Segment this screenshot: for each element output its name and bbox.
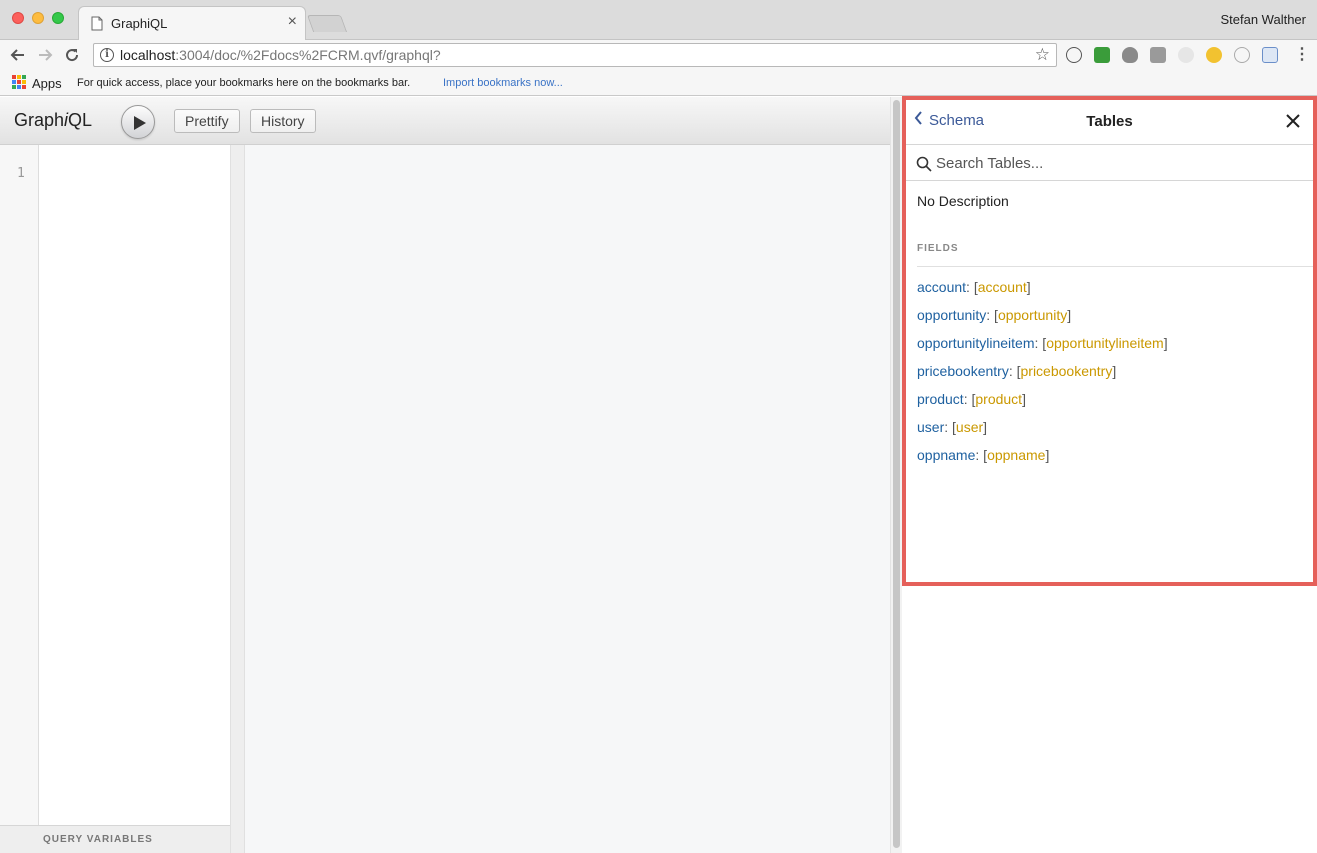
execute-query-button[interactable] — [121, 105, 155, 139]
browser-tab-bar: GraphiQL × Stefan Walther — [0, 0, 1317, 41]
scrollbar-thumb[interactable] — [893, 100, 900, 848]
back-arrow-icon[interactable] — [8, 45, 28, 65]
graphiql-logo: GraphiQL — [14, 110, 92, 131]
field-type-link[interactable]: pricebookentry — [1021, 363, 1113, 379]
field-item: oppname: [oppname] — [917, 447, 1050, 463]
field-item: user: [user] — [917, 419, 988, 435]
field-type-link[interactable]: opportunitylineitem — [1046, 335, 1164, 351]
graphiql-topbar: GraphiQL Prettify History — [0, 97, 890, 145]
result-pane — [245, 145, 890, 853]
logo-prefix: Graph — [14, 110, 65, 130]
field-type-link[interactable]: opportunity — [998, 307, 1067, 323]
field-name-link[interactable]: account — [917, 279, 966, 295]
line-number: 1 — [17, 166, 25, 181]
extension-square-icon[interactable] — [1150, 47, 1166, 63]
logo-suffix: QL — [68, 110, 93, 130]
close-icon[interactable] — [1285, 113, 1301, 129]
extension-window-icon[interactable] — [1262, 47, 1278, 63]
back-to-schema-link[interactable]: Schema — [914, 111, 984, 129]
field-name-link[interactable]: product — [917, 391, 964, 407]
address-bar[interactable]: i localhost:3004/doc/%2Fdocs%2FCRM.qvf/g… — [93, 43, 1057, 67]
fields-heading: FIELDS — [917, 243, 959, 254]
fields-divider — [917, 266, 1313, 267]
search-icon — [916, 156, 932, 172]
query-editor[interactable]: 1 QUERY VARIABLES — [0, 145, 230, 853]
field-name-link[interactable]: opportunity — [917, 307, 986, 323]
url-path: :3004/doc/%2Fdocs%2FCRM.qvf/graphql? — [175, 47, 441, 63]
zoom-window-button[interactable] — [52, 12, 64, 24]
back-label: Schema — [929, 112, 985, 129]
extension-moon-icon[interactable] — [1206, 47, 1222, 63]
editor-resize-handle[interactable] — [230, 145, 245, 853]
prettify-button[interactable]: Prettify — [174, 109, 240, 133]
tab-close-icon[interactable]: × — [288, 13, 297, 31]
doc-explorer: Tables Schema No Description FIELDS acco… — [902, 97, 1317, 853]
new-tab-button[interactable] — [306, 15, 348, 32]
search-input[interactable] — [936, 152, 1296, 174]
field-type-link[interactable]: product — [975, 391, 1022, 407]
field-item: account: [account] — [917, 279, 1031, 295]
play-icon — [134, 116, 146, 130]
doc-search — [906, 145, 1313, 181]
field-type-link[interactable]: oppname — [987, 447, 1045, 463]
field-item: product: [product] — [917, 391, 1026, 407]
bookmarks-bar: Apps For quick access, place your bookma… — [0, 70, 1317, 96]
query-variables-label: QUERY VARIABLES — [43, 834, 153, 845]
field-item: opportunity: [opportunity] — [917, 307, 1072, 323]
result-scrollbar[interactable] — [890, 97, 902, 853]
forward-arrow-icon[interactable] — [35, 45, 55, 65]
query-variables-bar[interactable]: QUERY VARIABLES — [0, 825, 230, 853]
url-text[interactable]: localhost:3004/doc/%2Fdocs%2FCRM.qvf/gra… — [120, 47, 441, 63]
extension-evernote-icon[interactable] — [1122, 47, 1138, 63]
field-type-link[interactable]: user — [956, 419, 983, 435]
field-name-link[interactable]: opportunitylineitem — [917, 335, 1035, 351]
close-window-button[interactable] — [12, 12, 24, 24]
extension-robot-icon[interactable] — [1094, 47, 1110, 63]
apps-grid-icon[interactable] — [12, 75, 26, 89]
extension-sync-icon[interactable] — [1178, 47, 1194, 63]
tab-title: GraphiQL — [111, 16, 168, 31]
field-item: opportunitylineitem: [opportunitylineite… — [917, 335, 1168, 351]
type-description: No Description — [917, 193, 1009, 209]
url-host: localhost — [120, 47, 176, 63]
reload-icon[interactable] — [62, 45, 82, 65]
bookmark-star-icon[interactable]: ☆ — [1035, 45, 1050, 65]
chevron-left-icon — [914, 111, 922, 125]
browser-toolbar: i localhost:3004/doc/%2Fdocs%2FCRM.qvf/g… — [0, 40, 1317, 70]
browser-tab-graphiql[interactable]: GraphiQL × — [78, 6, 306, 41]
import-bookmarks-link[interactable]: Import bookmarks now... — [443, 77, 563, 89]
field-item: pricebookentry: [pricebookentry] — [917, 363, 1117, 379]
field-name-link[interactable]: user — [917, 419, 944, 435]
minimize-window-button[interactable] — [32, 12, 44, 24]
extension-circle-icon[interactable] — [1234, 47, 1250, 63]
field-name-link[interactable]: oppname — [917, 447, 975, 463]
apps-bookmark[interactable]: Apps — [32, 76, 62, 91]
field-name-link[interactable]: pricebookentry — [917, 363, 1009, 379]
bookmarks-hint: For quick access, place your bookmarks h… — [77, 77, 411, 89]
info-icon[interactable]: i — [100, 48, 114, 62]
history-button[interactable]: History — [250, 109, 316, 133]
page-icon — [91, 16, 103, 31]
field-list: account: [account] opportunity: [opportu… — [917, 279, 1168, 475]
doc-explorer-header: Tables Schema — [902, 97, 1317, 145]
editor-gutter: 1 — [0, 145, 39, 825]
browser-menu-icon[interactable]: ⋮ — [1294, 46, 1310, 64]
extension-password-icon[interactable] — [1066, 47, 1082, 63]
profile-name[interactable]: Stefan Walther — [1220, 12, 1306, 27]
field-type-link[interactable]: account — [978, 279, 1027, 295]
